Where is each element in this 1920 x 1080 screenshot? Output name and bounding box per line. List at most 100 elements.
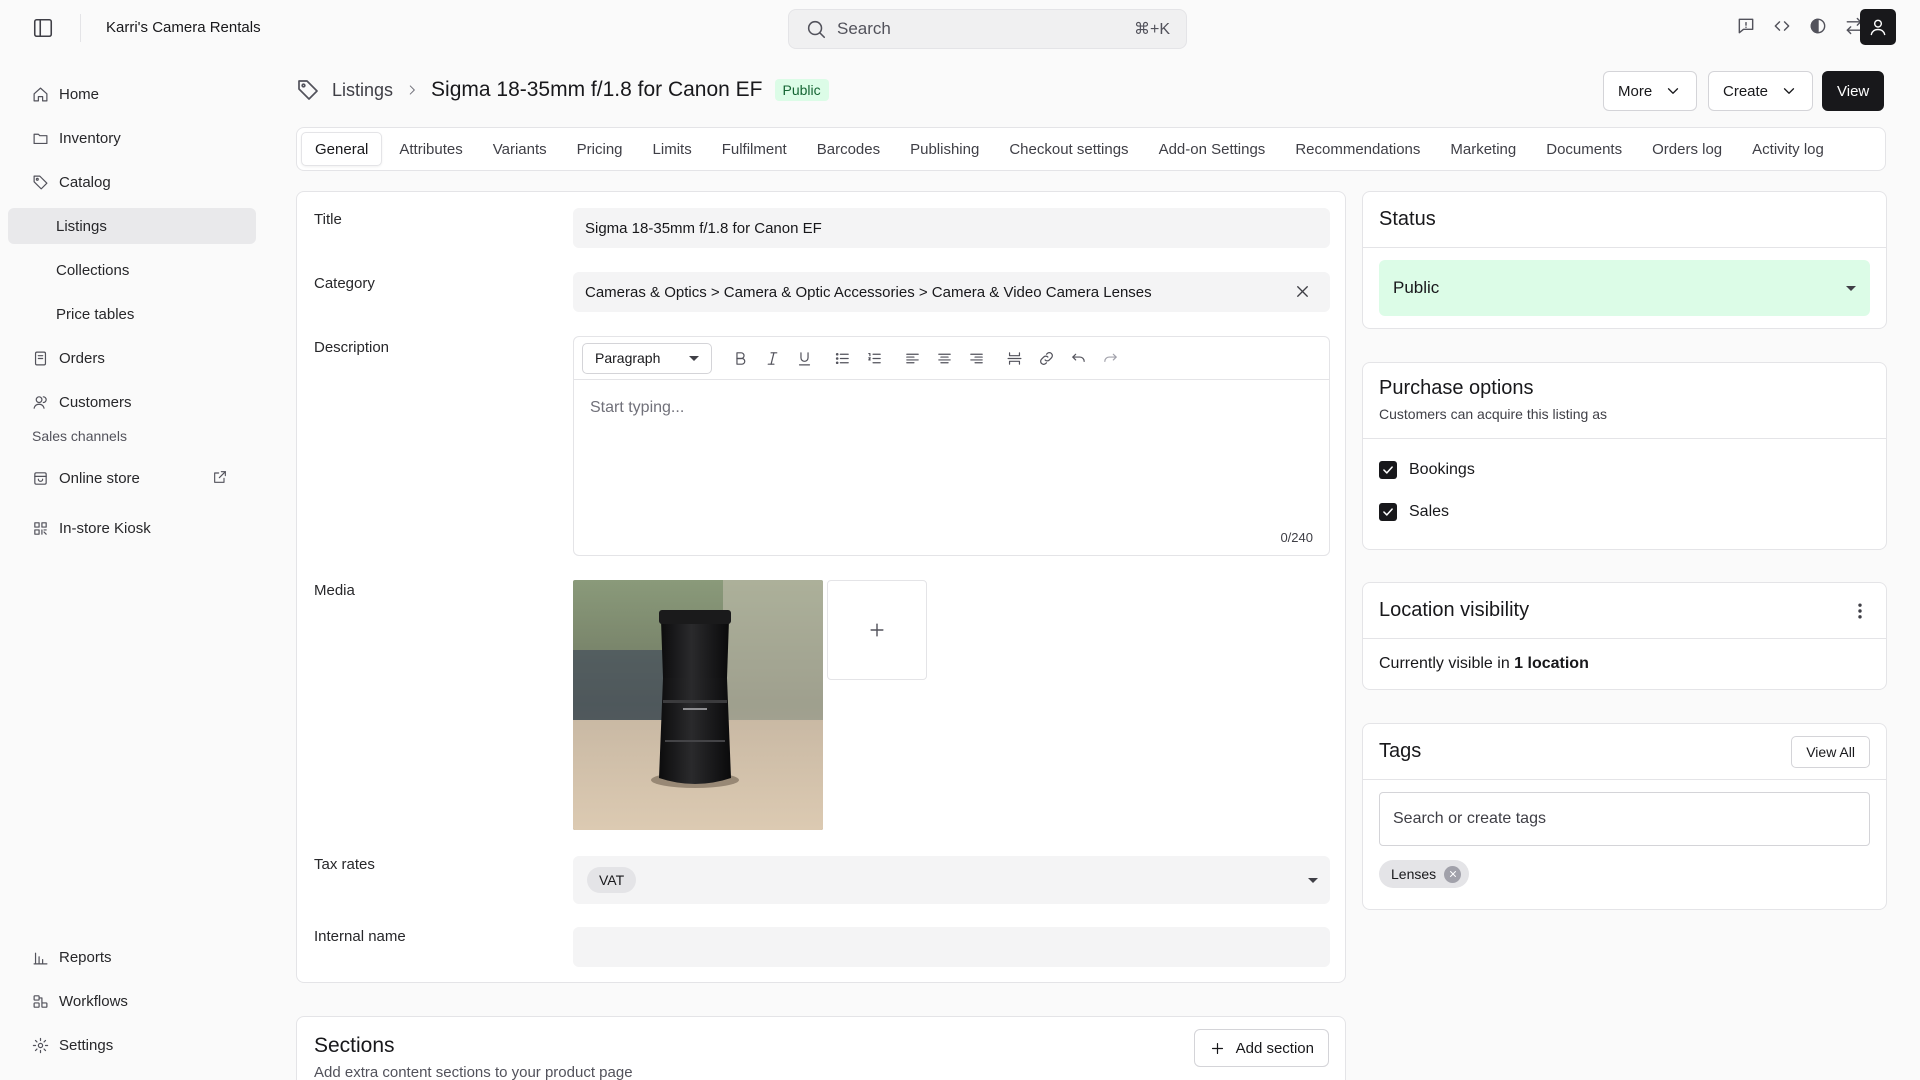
tab-pricing[interactable]: Pricing [564,132,636,166]
sections-subtitle: Add extra content sections to your produ… [314,1064,633,1080]
media-thumbnail[interactable] [573,580,823,830]
page-break-icon[interactable] [998,342,1030,374]
code-icon[interactable] [1772,16,1792,36]
paragraph-select[interactable]: Paragraph [582,342,712,374]
folder-icon [32,130,59,147]
tab-recommendations[interactable]: Recommendations [1282,132,1433,166]
sidebar-item-reports[interactable]: Reports [8,939,256,975]
sidebar-item-label: Price tables [56,305,135,323]
search-icon [805,18,827,40]
tax-rates-label: Tax rates [314,856,375,873]
view-all-tags-button[interactable]: View All [1791,735,1870,768]
tab-checkout-settings[interactable]: Checkout settings [996,132,1141,166]
sidebar-item-collections[interactable]: Collections [8,252,256,288]
tab-fulfilment[interactable]: Fulfilment [709,132,800,166]
tab-barcodes[interactable]: Barcodes [804,132,893,166]
tab-variants[interactable]: Variants [480,132,560,166]
tab-general[interactable]: General [301,132,383,166]
tags-card-header: Tags View All [1363,724,1886,780]
sidebar-item-price-tables[interactable]: Price tables [8,296,256,332]
plus-icon [867,620,887,640]
sales-option[interactable]: Sales [1363,491,1886,533]
add-media-button[interactable] [827,580,927,680]
underline-icon[interactable] [788,342,820,374]
description-editor[interactable]: Paragraph Start typing... 0/240 [573,336,1330,556]
breadcrumb-listings[interactable]: Listings [332,80,393,101]
tab-limits[interactable]: Limits [640,132,705,166]
tax-rates-select[interactable]: VAT [573,856,1330,904]
theme-icon[interactable] [1808,16,1828,36]
purchase-options-title: Purchase options [1379,377,1534,399]
more-vertical-icon[interactable] [1850,601,1870,621]
tab-attributes[interactable]: Attributes [386,132,475,166]
location-count[interactable]: 1 location [1514,655,1589,672]
global-search[interactable]: Search ⌘+K [788,9,1187,49]
tab-activity-log[interactable]: Activity log [1739,132,1837,166]
align-left-icon[interactable] [896,342,928,374]
tab-marketing[interactable]: Marketing [1437,132,1529,166]
undo-icon[interactable] [1062,342,1094,374]
tag-search-input[interactable]: Search or create tags [1379,792,1870,846]
top-bar: Karri's Camera Rentals Search ⌘+K [0,0,1920,56]
italic-icon[interactable] [756,342,788,374]
sidebar-item-online-store[interactable]: Online store [8,460,256,496]
sidebar-item-orders[interactable]: Orders [8,340,256,376]
numbered-list-icon[interactable] [858,342,890,374]
store-name[interactable]: Karri's Camera Rentals [106,19,261,36]
location-visibility-text: Currently visible in 1 location [1363,639,1886,689]
sidebar-item-kiosk[interactable]: In-store Kiosk [8,510,256,546]
align-right-icon[interactable] [960,342,992,374]
bookings-checkbox[interactable] [1379,461,1397,479]
bullet-list-icon[interactable] [826,342,858,374]
external-link-icon[interactable] [212,469,228,485]
status-badge: Public [774,79,829,101]
align-center-icon[interactable] [928,342,960,374]
tab-documents[interactable]: Documents [1533,132,1635,166]
orders-icon [32,350,59,367]
store-icon [32,470,59,487]
sidebar-item-inventory[interactable]: Inventory [8,120,256,156]
sidebar-item-label: Reports [59,948,112,966]
more-button[interactable]: More [1603,71,1698,111]
category-input[interactable]: Cameras & Optics > Camera & Optic Access… [573,272,1330,312]
redo-icon[interactable] [1094,342,1126,374]
bold-icon[interactable] [724,342,756,374]
caret-down-icon [689,355,699,361]
sidebar-item-settings[interactable]: Settings [8,1027,256,1063]
sidebar-item-customers[interactable]: Customers [8,384,256,420]
internal-name-label: Internal name [314,928,406,945]
link-icon[interactable] [1030,342,1062,374]
add-section-label: Add section [1235,1039,1314,1057]
bookings-label: Bookings [1409,461,1475,478]
title-input[interactable]: Sigma 18-35mm f/1.8 for Canon EF [573,208,1330,248]
add-section-button[interactable]: Add section [1193,1029,1329,1067]
description-placeholder: Start typing... [590,399,685,416]
internal-name-input[interactable] [573,927,1330,967]
chevron-down-icon [1652,82,1682,100]
tab-publishing[interactable]: Publishing [897,132,992,166]
gear-icon [32,1037,59,1054]
tab-orders-log[interactable]: Orders log [1639,132,1735,166]
caret-down-icon [1308,877,1318,883]
tags-card: Tags View All Search or create tags Lens… [1362,723,1887,910]
status-select[interactable]: Public [1379,260,1870,316]
status-card-header: Status [1363,192,1886,248]
page-title: Sigma 18-35mm f/1.8 for Canon EF [431,78,763,101]
sidebar-toggle-icon[interactable] [32,17,54,39]
sidebar-item-workflows[interactable]: Workflows [8,983,256,1019]
tab-addon-settings[interactable]: Add-on Settings [1146,132,1279,166]
view-button[interactable]: View [1822,71,1885,111]
account-button[interactable] [1860,9,1896,45]
sidebar-item-label: Inventory [59,129,121,147]
create-button[interactable]: Create [1708,71,1814,111]
sidebar-item-listings[interactable]: Listings [8,208,256,244]
sales-checkbox[interactable] [1379,503,1397,521]
sidebar-item-catalog[interactable]: Catalog [8,164,256,200]
chevron-right-icon [405,83,419,97]
feedback-icon[interactable] [1736,16,1756,36]
remove-tag-icon[interactable] [1444,865,1462,883]
listing-tag-icon [296,78,320,102]
sidebar-item-home[interactable]: Home [8,76,256,112]
bookings-option[interactable]: Bookings [1363,449,1886,491]
close-icon[interactable] [1293,282,1312,301]
